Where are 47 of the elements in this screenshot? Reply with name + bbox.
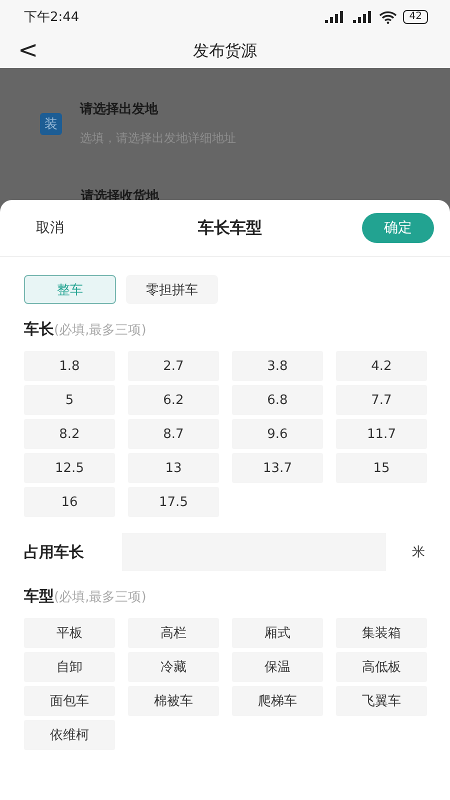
length-option[interactable]: 12.5: [24, 453, 115, 483]
type-option[interactable]: 平板: [24, 618, 115, 648]
section-note: (必填,最多三项): [54, 589, 146, 606]
length-option[interactable]: 11.7: [336, 419, 427, 449]
section-note: (必填,最多三项): [54, 322, 146, 339]
section-heading: 车型: [24, 587, 54, 606]
length-option[interactable]: 8.7: [128, 419, 219, 449]
type-option[interactable]: 棉被车: [128, 686, 219, 716]
type-option[interactable]: 飞翼车: [336, 686, 427, 716]
tab[interactable]: 零担拼车: [126, 275, 218, 304]
cancel-button[interactable]: 取消: [22, 215, 78, 241]
length-option[interactable]: 4.2: [336, 351, 427, 381]
length-option[interactable]: 3.8: [232, 351, 323, 381]
length-option[interactable]: 7.7: [336, 385, 427, 415]
length-option[interactable]: 8.2: [24, 419, 115, 449]
type-option[interactable]: 自卸: [24, 652, 115, 682]
type-option[interactable]: 高低板: [336, 652, 427, 682]
length-option[interactable]: 1.8: [24, 351, 115, 381]
type-option[interactable]: 依维柯: [24, 720, 115, 750]
status-time: 下午2:44: [24, 9, 80, 26]
type-option[interactable]: 高栏: [128, 618, 219, 648]
length-option[interactable]: 17.5: [128, 487, 219, 517]
length-option[interactable]: 16: [24, 487, 115, 517]
length-option[interactable]: 15: [336, 453, 427, 483]
wifi-icon: [379, 10, 398, 24]
unit-label: 米: [412, 544, 425, 561]
back-button[interactable]: <: [14, 36, 42, 64]
length-option[interactable]: 6.2: [128, 385, 219, 415]
section-heading: 车长: [24, 320, 54, 339]
sheet-title: 车长车型: [198, 218, 262, 238]
type-option[interactable]: 集装箱: [336, 618, 427, 648]
length-option[interactable]: 9.6: [232, 419, 323, 449]
type-option[interactable]: 冷藏: [128, 652, 219, 682]
length-option[interactable]: 5: [24, 385, 115, 415]
type-option[interactable]: 厢式: [232, 618, 323, 648]
length-option[interactable]: 2.7: [128, 351, 219, 381]
length-option[interactable]: 6.8: [232, 385, 323, 415]
occupied-length-label: 占用车长: [24, 542, 85, 562]
type-option[interactable]: 面包车: [24, 686, 115, 716]
length-option[interactable]: 13: [128, 453, 219, 483]
signal-icon: [353, 11, 374, 23]
type-option[interactable]: 爬梯车: [232, 686, 323, 716]
loading-badge: 装: [40, 112, 62, 134]
battery-level: 42: [403, 10, 428, 24]
length-option[interactable]: 13.7: [232, 453, 323, 483]
type-option[interactable]: 保温: [232, 652, 323, 682]
page-title: 发布货源: [193, 40, 257, 62]
